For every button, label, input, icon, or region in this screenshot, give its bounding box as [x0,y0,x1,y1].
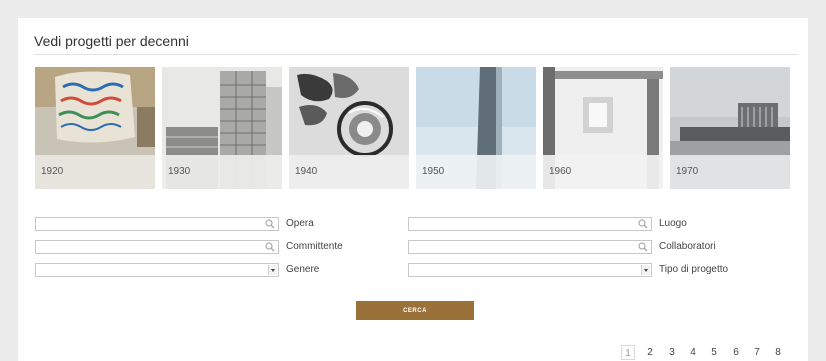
decade-label: 1920 [41,166,64,177]
decade-label: 1960 [549,166,572,177]
search-icon[interactable] [638,219,648,229]
page-link-7[interactable]: 7 [750,345,764,360]
genere-label: Genere [286,264,320,275]
genere-select[interactable] [35,263,279,277]
luogo-search-input[interactable] [408,217,652,231]
committente-search-input[interactable] [35,240,279,254]
chevron-down-icon[interactable] [641,265,650,275]
collaboratori-search-input[interactable] [408,240,652,254]
decades-panel: Vedi progetti per decenni 1920 1930 1940… [18,18,808,361]
decade-label: 1950 [422,166,445,177]
opera-label: Opera [286,218,314,229]
decade-label: 1940 [295,166,318,177]
search-icon[interactable] [265,219,275,229]
search-icon[interactable] [638,242,648,252]
page-link-1[interactable]: 1 [621,345,635,360]
decade-tile-1930[interactable]: 1930 [162,67,282,189]
decade-tile-1940[interactable]: 1940 [289,67,409,189]
tipo-di-progetto-select[interactable] [408,263,652,277]
committente-label: Committente [286,241,343,252]
decade-tile-1920[interactable]: 1920 [35,67,155,189]
page-link-5[interactable]: 5 [707,345,721,360]
page-link-2[interactable]: 2 [643,345,657,360]
decade-tile-1960[interactable]: 1960 [543,67,663,189]
title-divider [34,54,798,55]
page-link-6[interactable]: 6 [729,345,743,360]
page-link-3[interactable]: 3 [665,345,679,360]
decade-tile-1950[interactable]: 1950 [416,67,536,189]
search-icon[interactable] [265,242,275,252]
page-link-8[interactable]: 8 [771,345,785,360]
section-title: Vedi progetti per decenni [34,33,189,49]
decade-label: 1970 [676,166,699,177]
collaboratori-label: Collaboratori [659,241,716,252]
page-link-4[interactable]: 4 [686,345,700,360]
luogo-label: Luogo [659,218,687,229]
decade-tile-1970[interactable]: 1970 [670,67,790,189]
tipo-di-progetto-label: Tipo di progetto [659,264,729,275]
opera-search-input[interactable] [35,217,279,231]
search-button[interactable]: CERCA [356,301,474,320]
chevron-down-icon[interactable] [268,265,277,275]
decade-label: 1930 [168,166,191,177]
